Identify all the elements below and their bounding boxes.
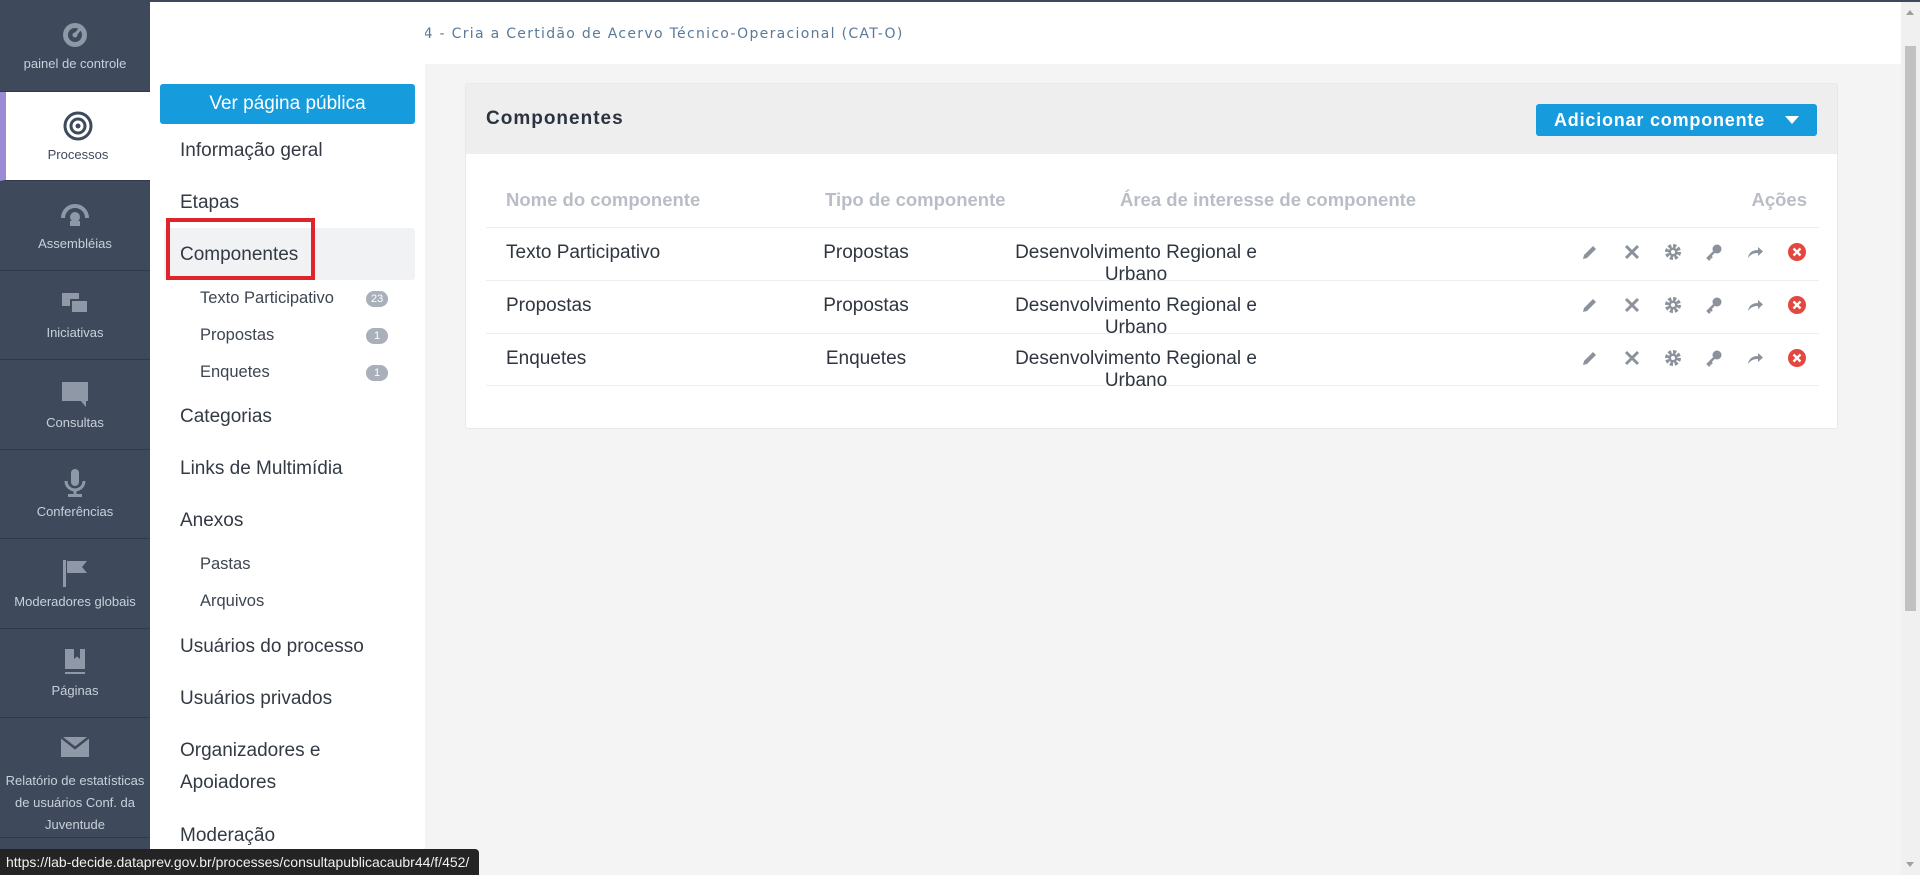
sidebar-item-anexos[interactable]: Anexos	[180, 510, 243, 532]
table-row: Propostas Propostas Desenvolvimento Regi…	[486, 280, 1819, 338]
row-actions	[1579, 294, 1809, 318]
components-card: Componentes Adicionar componente Nome do…	[465, 83, 1838, 429]
key-icon[interactable]	[1703, 294, 1725, 316]
assembly-icon	[60, 200, 90, 230]
caret-down-icon	[1785, 116, 1800, 124]
component-name: Enquetes	[506, 348, 587, 369]
page-scrollbar[interactable]	[1901, 2, 1920, 875]
card-title: Componentes	[486, 108, 624, 129]
nav-label: Processos	[47, 146, 109, 162]
sidebar-subitem-texto-participativo[interactable]: Texto Participativo	[200, 289, 334, 308]
table-row: Enquetes Enquetes Desenvolvimento Region…	[486, 333, 1819, 391]
nav-processos[interactable]: Processos	[0, 92, 150, 181]
chat-bubbles-icon	[60, 289, 90, 319]
annotation-highlight-box	[166, 218, 315, 280]
pencil-icon[interactable]	[1579, 347, 1601, 369]
nav-relatorio[interactable]: Relatório de estatísticas de usuários Co…	[0, 718, 150, 838]
nav-paginas[interactable]: Páginas	[0, 629, 150, 718]
sidebar-item-moderacao[interactable]: Moderação	[180, 825, 275, 847]
nav-moderadores[interactable]: Moderadores globais	[0, 539, 150, 629]
nav-label: Assembléias	[38, 235, 112, 251]
component-type: Propostas	[823, 242, 909, 263]
nav-label: Consultas	[46, 414, 104, 430]
nav-label: Relatório de estatísticas de usuários Co…	[5, 773, 145, 832]
component-type: Propostas	[823, 295, 909, 316]
share-arrow-icon[interactable]	[1744, 347, 1766, 369]
key-icon[interactable]	[1703, 347, 1725, 369]
top-border	[0, 0, 1920, 2]
sidebar-item-usuarios-privados[interactable]: Usuários privados	[180, 688, 332, 710]
count-badge: 23	[366, 291, 389, 307]
link-preview-statusbar: https://lab-decide.dataprev.gov.br/proce…	[0, 849, 480, 875]
flag-icon	[60, 558, 90, 588]
view-public-page-button[interactable]: Ver página pública	[160, 84, 415, 124]
table-row: Texto Participativo Propostas Desenvolvi…	[486, 227, 1819, 285]
component-type: Enquetes	[825, 348, 907, 369]
sidebar-subitem-enquetes[interactable]: Enquetes	[200, 363, 270, 382]
nav-iniciativas[interactable]: Iniciativas	[0, 271, 150, 360]
nav-dashboard[interactable]: painel de controle	[0, 0, 150, 92]
nav-label: painel de controle	[23, 56, 127, 71]
column-header-actions: Ações	[1751, 189, 1807, 210]
nav-label: Conferências	[36, 504, 114, 520]
sidebar-subitem-pastas[interactable]: Pastas	[200, 555, 250, 574]
column-header-name[interactable]: Nome do componente	[506, 189, 700, 211]
x-icon[interactable]	[1621, 347, 1643, 369]
sidebar-item-links-multimidia[interactable]: Links de Multimídia	[180, 458, 343, 480]
gear-icon[interactable]	[1662, 241, 1684, 263]
sidebar-item-categorias[interactable]: Categorias	[180, 406, 272, 428]
component-area: Desenvolvimento Regional e Urbano	[1015, 348, 1257, 391]
gear-icon[interactable]	[1662, 347, 1684, 369]
sidebar-item-informacao-geral[interactable]: Informação geral	[180, 140, 323, 162]
microphone-icon	[60, 468, 90, 498]
sidebar-subitem-propostas[interactable]: Propostas	[200, 326, 274, 345]
component-name: Propostas	[506, 295, 592, 316]
nav-assembleias[interactable]: Assembléias	[0, 181, 150, 271]
sidebar-item-etapas[interactable]: Etapas	[180, 192, 239, 214]
delete-circle-icon[interactable]	[1786, 241, 1808, 263]
count-badge: 1	[366, 365, 388, 381]
share-arrow-icon[interactable]	[1744, 241, 1766, 263]
nav-label: Moderadores globais	[14, 593, 136, 609]
card-header: Componentes Adicionar componente	[466, 84, 1837, 154]
gear-icon[interactable]	[1662, 294, 1684, 316]
sidebar-item-organizadores[interactable]: Organizadores e	[180, 740, 320, 762]
delete-circle-icon[interactable]	[1786, 294, 1808, 316]
target-icon	[63, 111, 93, 141]
envelope-icon	[60, 732, 90, 762]
nav-conferencias[interactable]: Conferências	[0, 450, 150, 539]
row-actions	[1579, 241, 1809, 265]
nav-label: Páginas	[51, 683, 99, 699]
add-component-button[interactable]: Adicionar componente	[1536, 104, 1817, 136]
column-header-type[interactable]: Tipo de componente	[825, 189, 1006, 211]
add-component-label: Adicionar componente	[1553, 109, 1766, 130]
column-header-area[interactable]: Área de interesse de componente	[1120, 189, 1416, 211]
row-actions	[1579, 347, 1809, 371]
book-icon	[60, 647, 90, 677]
x-icon[interactable]	[1621, 294, 1643, 316]
scroll-down-arrow-icon[interactable]	[1906, 862, 1914, 867]
dashboard-icon	[60, 20, 90, 50]
key-icon[interactable]	[1703, 241, 1725, 263]
pencil-icon[interactable]	[1579, 241, 1601, 263]
speech-bubble-icon	[60, 379, 90, 409]
count-badge: 1	[366, 328, 388, 344]
scroll-up-arrow-icon[interactable]	[1906, 10, 1914, 15]
scroll-thumb[interactable]	[1905, 46, 1916, 611]
nav-consultas[interactable]: Consultas	[0, 360, 150, 450]
x-icon[interactable]	[1621, 241, 1643, 263]
nav-label: Iniciativas	[46, 325, 104, 341]
pencil-icon[interactable]	[1579, 294, 1601, 316]
component-name: Texto Participativo	[506, 242, 661, 263]
sidebar-item-organizadores-line2[interactable]: Apoiadores	[180, 772, 276, 794]
process-sidebar: Ver página pública Informação geral Etap…	[150, 0, 425, 875]
share-arrow-icon[interactable]	[1744, 294, 1766, 316]
delete-circle-icon[interactable]	[1786, 347, 1808, 369]
main-navigation: painel de controle Processos Assembléias…	[0, 0, 150, 875]
sidebar-subitem-arquivos[interactable]: Arquivos	[200, 592, 264, 611]
sidebar-item-usuarios-processo[interactable]: Usuários do processo	[180, 636, 364, 658]
